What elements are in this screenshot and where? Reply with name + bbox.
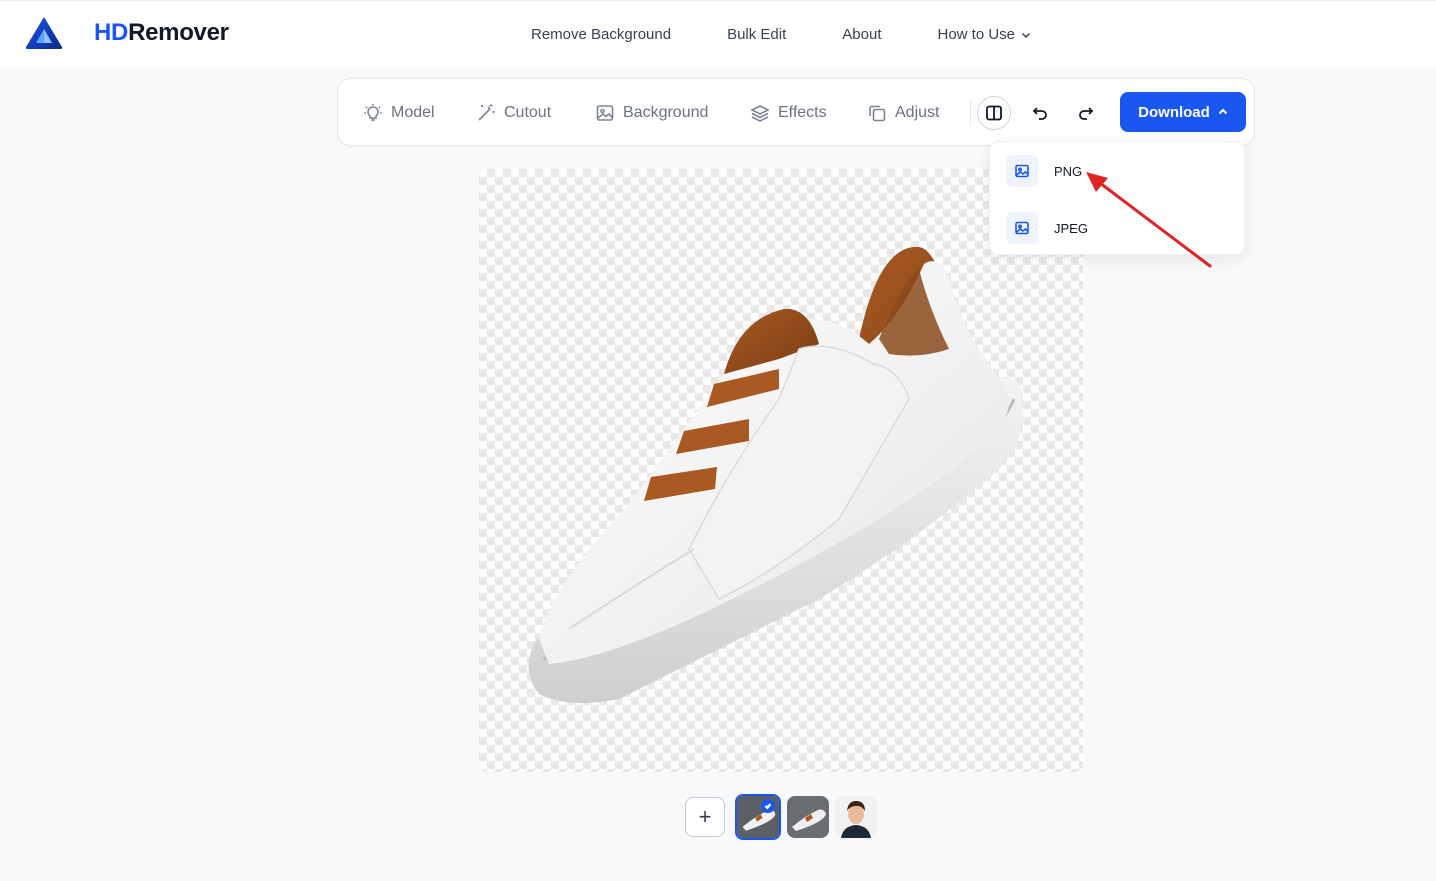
magic-wand-icon [478, 104, 495, 121]
image-canvas[interactable] [479, 169, 1083, 772]
chevron-up-icon [1218, 108, 1228, 115]
brand-name: HDRemover [94, 19, 229, 46]
image-icon [1006, 212, 1038, 244]
tool-model[interactable]: Model [363, 79, 435, 147]
download-format-menu: PNG JPEG [989, 141, 1245, 255]
redo-icon [1079, 107, 1094, 120]
add-image-button[interactable]: + [685, 797, 725, 837]
toolbar-divider [970, 100, 971, 126]
tool-cutout[interactable]: Cutout [476, 79, 551, 147]
layers-icon [750, 105, 770, 122]
copy-icon [869, 105, 886, 122]
chevron-down-icon [1021, 32, 1031, 38]
shoe-image [528, 246, 1024, 703]
thumbnail-person[interactable] [835, 796, 877, 838]
lightbulb-icon [364, 104, 382, 121]
tool-background[interactable]: Background [595, 79, 708, 147]
undo-icon [1032, 107, 1047, 120]
image-icon [596, 105, 614, 121]
thumbnail-shoe[interactable] [787, 796, 829, 838]
logo-icon [25, 17, 63, 49]
selected-check-icon [761, 799, 775, 813]
top-header: HDRemover Remove Background Bulk Edit Ab… [0, 0, 1436, 67]
nav-how-to-use[interactable]: How to Use [937, 26, 1031, 43]
brand-logo[interactable]: HDRemover [24, 15, 229, 51]
tool-adjust[interactable]: Adjust [867, 79, 939, 147]
download-jpeg-option[interactable]: JPEG [1006, 212, 1088, 244]
image-thumbnail-strip: + [685, 794, 877, 840]
compare-view-button[interactable] [977, 96, 1011, 130]
split-view-icon [986, 105, 1002, 121]
nav-remove-background[interactable]: Remove Background [531, 26, 671, 43]
thumbnail-shoe-selected[interactable] [735, 794, 781, 840]
download-png-option[interactable]: PNG [1006, 155, 1082, 187]
download-button[interactable]: Download [1120, 92, 1246, 132]
image-icon [1006, 155, 1038, 187]
main-nav: Remove Background Bulk Edit About How to… [531, 1, 1031, 68]
nav-bulk-edit[interactable]: Bulk Edit [727, 26, 786, 43]
editor-toolbar: Model Cutout Background Effects Adjust D… [337, 78, 1255, 146]
nav-about[interactable]: About [842, 26, 881, 43]
redo-button[interactable] [1069, 96, 1103, 130]
undo-button[interactable] [1023, 96, 1057, 130]
tool-effects[interactable]: Effects [750, 79, 827, 147]
